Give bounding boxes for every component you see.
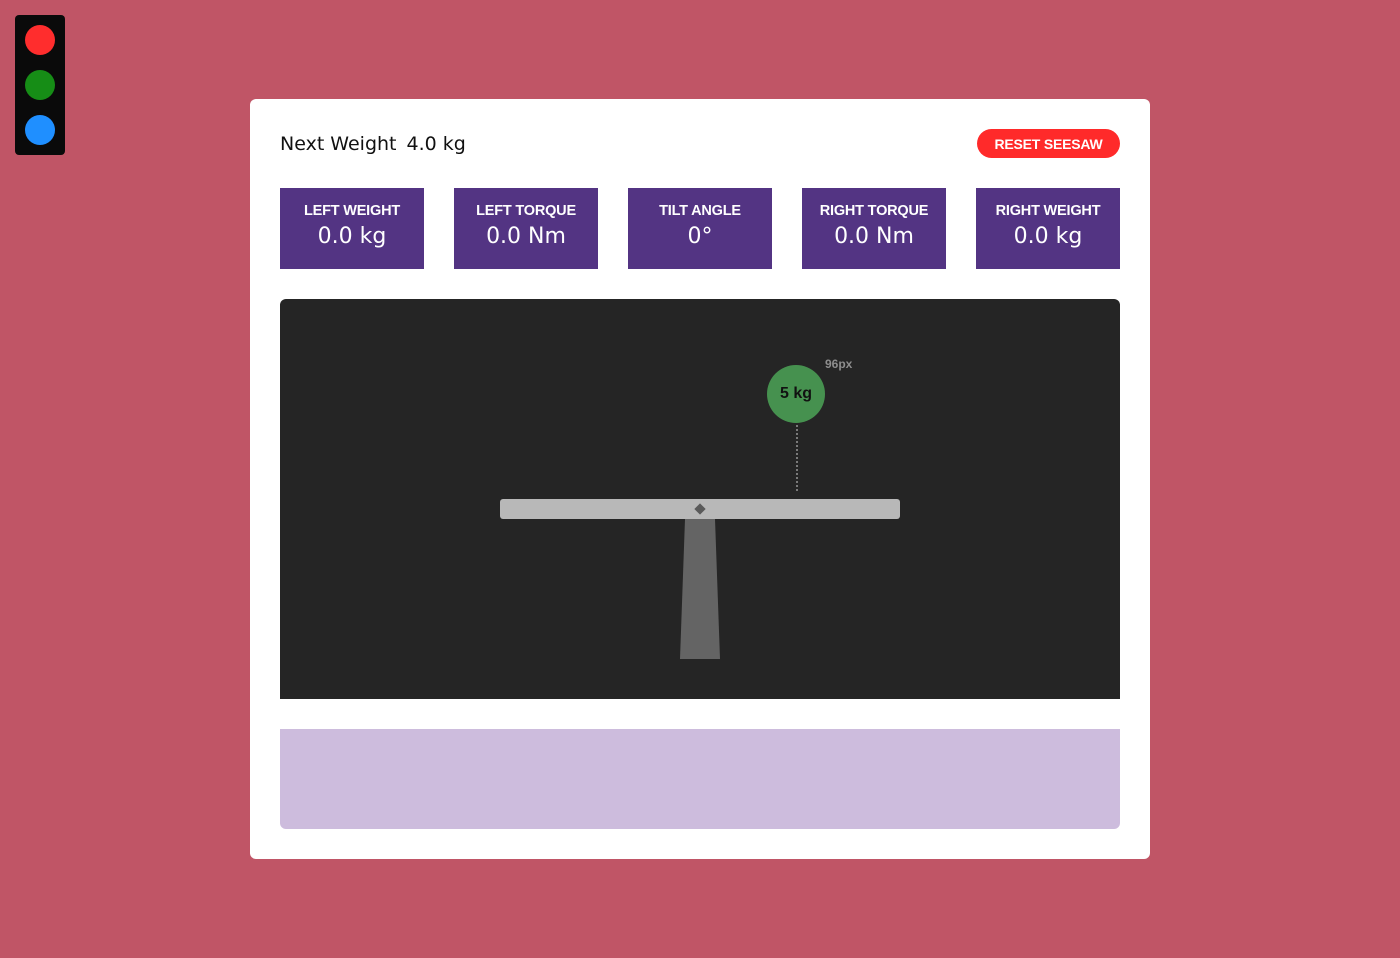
stat-label: TILT ANGLE bbox=[659, 203, 741, 219]
traffic-light-widget bbox=[15, 15, 65, 155]
seesaw-card: Next Weight 4.0 kg RESET SEESAW LEFT WEI… bbox=[250, 99, 1150, 859]
stat-value: 0.0 Nm bbox=[486, 224, 566, 249]
seesaw-stand bbox=[680, 519, 720, 659]
stat-right-weight: RIGHT WEIGHT 0.0 kg bbox=[976, 188, 1120, 269]
stat-value: 0.0 kg bbox=[1013, 224, 1083, 249]
next-weight-label: Next Weight bbox=[280, 133, 397, 155]
stat-label: LEFT TORQUE bbox=[476, 203, 576, 219]
stat-left-weight: LEFT WEIGHT 0.0 kg bbox=[280, 188, 424, 269]
seesaw-stage[interactable]: 5 kg 96px bbox=[280, 299, 1120, 699]
stat-label: RIGHT WEIGHT bbox=[995, 203, 1101, 219]
activity-log-panel bbox=[280, 729, 1120, 829]
stat-value: 0.0 Nm bbox=[834, 224, 914, 249]
stat-label: RIGHT TORQUE bbox=[819, 203, 929, 219]
stat-label: LEFT WEIGHT bbox=[303, 203, 401, 219]
stats-row: LEFT WEIGHT 0.0 kg LEFT TORQUE 0.0 Nm TI… bbox=[280, 188, 1120, 269]
stat-tilt-angle: TILT ANGLE 0° bbox=[628, 188, 772, 269]
stat-right-torque: RIGHT TORQUE 0.0 Nm bbox=[802, 188, 946, 269]
next-weight-display: Next Weight 4.0 kg bbox=[280, 132, 466, 156]
reset-seesaw-button[interactable]: RESET SEESAW bbox=[977, 129, 1120, 158]
next-weight-value: 4.0 kg bbox=[406, 133, 466, 155]
stat-value: 0° bbox=[687, 224, 713, 249]
green-light-button[interactable] bbox=[25, 70, 55, 100]
stat-left-torque: LEFT TORQUE 0.0 Nm bbox=[454, 188, 598, 269]
pivot-marker bbox=[694, 503, 706, 515]
drop-guide-line bbox=[796, 425, 798, 491]
preview-weight-ball: 5 kg bbox=[767, 365, 825, 423]
preview-distance-label: 96px bbox=[825, 357, 853, 371]
seesaw-plank[interactable] bbox=[500, 499, 900, 519]
blue-light-button[interactable] bbox=[25, 115, 55, 145]
stat-value: 0.0 kg bbox=[317, 224, 387, 249]
red-light-button[interactable] bbox=[25, 25, 55, 55]
